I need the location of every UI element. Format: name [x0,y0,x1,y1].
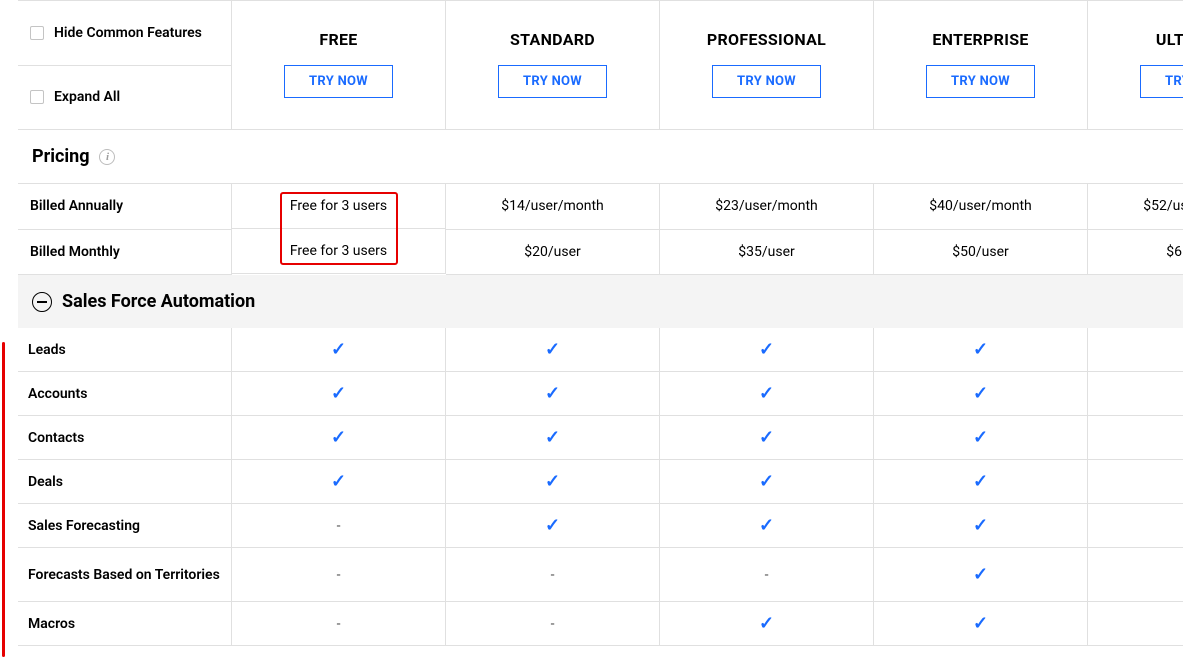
feature-label: Deals [18,460,232,504]
sfa-section-header[interactable]: Sales Force Automation [18,275,1183,328]
price-standard-annual: $14/user/month [446,184,659,230]
check-icon: ✓ [973,471,988,492]
feature-cell [1088,602,1183,646]
check-icon: ✓ [545,383,560,404]
collapse-icon [32,292,52,312]
feature-cell [1088,548,1183,602]
check-icon: ✓ [759,383,774,404]
feature-label: Contacts [18,416,232,460]
dash-icon: - [337,567,341,583]
try-now-button-ultimate[interactable]: TRY NOW [1140,65,1183,98]
check-icon: ✓ [545,471,560,492]
tier-name: PROFESSIONAL [707,30,826,49]
feature-label: Leads [18,328,232,372]
feature-cell [1088,416,1183,460]
dash-icon: - [551,567,555,583]
dash-icon: - [337,616,341,632]
check-icon: ✓ [759,427,774,448]
tier-header-professional: PROFESSIONAL TRY NOW [660,1,874,130]
price-enterprise-annual: $40/user/month [874,184,1087,230]
check-icon: ✓ [973,515,988,536]
check-icon: ✓ [331,383,346,404]
hide-common-label: Hide Common Features [54,25,202,41]
hide-common-features-toggle[interactable]: Hide Common Features [18,1,231,66]
tier-name: ULTIMATE [1156,30,1183,49]
check-icon: ✓ [759,471,774,492]
billed-annually-label: Billed Annually [18,184,231,230]
dash-icon: - [551,616,555,632]
check-icon: ✓ [759,339,774,360]
check-icon: ✓ [545,427,560,448]
tier-header-enterprise: ENTERPRISE TRY NOW [874,1,1088,130]
tier-header-free: FREE TRY NOW [232,1,446,130]
try-now-button-free[interactable]: TRY NOW [284,65,393,98]
feature-label: Forecasts Based on Territories [18,548,232,602]
check-icon: ✓ [331,427,346,448]
highlight-bar [2,342,5,657]
tier-header-standard: STANDARD TRY NOW [446,1,660,130]
feature-cell [1088,372,1183,416]
price-free-annual: Free for 3 users [232,184,445,229]
price-standard-monthly: $20/user [446,230,659,275]
price-ultimate-monthly: $65/user [1088,230,1183,275]
check-icon: ✓ [759,515,774,536]
feature-cell [1088,328,1183,372]
billed-monthly-label: Billed Monthly [18,230,231,275]
feature-cell [1088,460,1183,504]
check-icon: ✓ [973,383,988,404]
price-free-monthly: Free for 3 users [232,229,445,273]
checkbox-icon [30,90,44,104]
check-icon: ✓ [973,613,988,634]
check-icon: ✓ [973,427,988,448]
try-now-button-professional[interactable]: TRY NOW [712,65,821,98]
price-professional-annual: $23/user/month [660,184,873,230]
price-enterprise-monthly: $50/user [874,230,1087,275]
feature-cell [1088,504,1183,548]
pricing-comparison-table: Hide Common Features Expand All FREE TRY… [18,0,1183,646]
dash-icon: - [765,567,769,583]
tier-name: ENTERPRISE [932,30,1028,49]
check-icon: ✓ [759,613,774,634]
tier-name: STANDARD [510,30,595,49]
check-icon: ✓ [331,471,346,492]
feature-label: Accounts [18,372,232,416]
expand-all-toggle[interactable]: Expand All [18,66,231,130]
check-icon: ✓ [545,339,560,360]
check-icon: ✓ [973,339,988,360]
check-icon: ✓ [545,515,560,536]
dash-icon: - [337,518,341,534]
info-icon[interactable]: i [99,149,115,165]
section-title: Pricing [32,146,89,167]
feature-label: Sales Forecasting [18,504,232,548]
try-now-button-standard[interactable]: TRY NOW [498,65,607,98]
pricing-section-header: Pricing i [18,130,1183,184]
price-ultimate-annual: $52/user/month [1088,184,1183,230]
check-icon: ✓ [973,564,988,585]
expand-all-label: Expand All [54,89,120,105]
feature-label: Macros [18,602,232,646]
try-now-button-enterprise[interactable]: TRY NOW [926,65,1035,98]
tier-name: FREE [319,30,357,49]
tier-header-ultimate: ULTIMATE TRY NOW [1088,1,1183,130]
section-title: Sales Force Automation [62,291,255,312]
checkbox-icon [30,26,44,40]
price-professional-monthly: $35/user [660,230,873,275]
check-icon: ✓ [331,339,346,360]
